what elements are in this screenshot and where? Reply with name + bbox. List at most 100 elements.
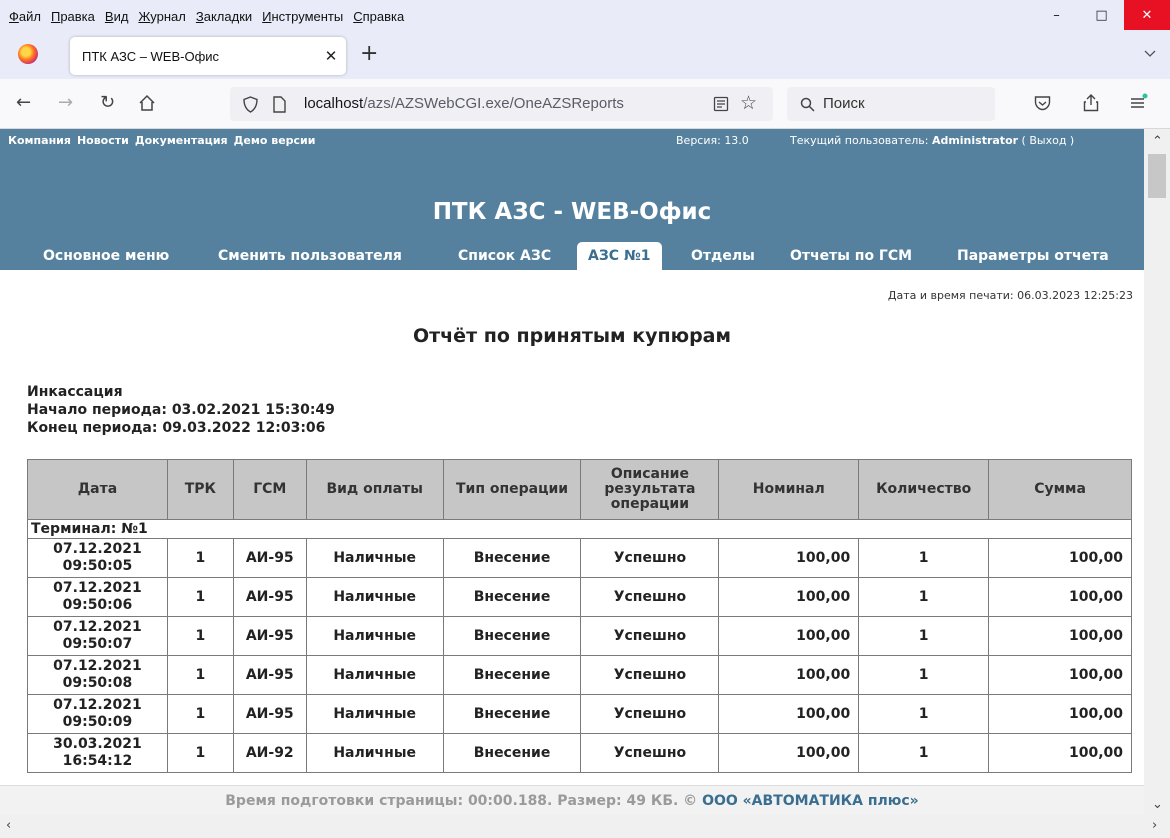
- cell-trk: 1: [166, 694, 234, 734]
- cell-nominal: 100,00: [718, 694, 860, 734]
- pocket-icon[interactable]: [1034, 95, 1051, 111]
- bookmark-star-icon[interactable]: ☆: [740, 92, 757, 114]
- link-news[interactable]: Новости: [77, 134, 129, 147]
- cell-payment: Наличные: [305, 616, 444, 656]
- meta-period-end: Конец периода: 09.03.2022 12:03:06: [27, 420, 326, 436]
- col-date: Дата: [27, 459, 168, 520]
- meta-period-start: Начало периода: 03.02.2021 15:30:49: [27, 402, 335, 418]
- link-demo[interactable]: Демо версии: [234, 134, 316, 147]
- page-icon[interactable]: [273, 96, 286, 113]
- menu-view[interactable]: Вид: [100, 9, 134, 24]
- navigation-toolbar: ← → ↻ localhost/azs/AZSWebCGI.exe/OneAZS…: [0, 79, 1170, 129]
- menu-history[interactable]: Журнал: [133, 9, 190, 24]
- footer-company-link[interactable]: ООО «АВТОМАТИКА плюс»: [702, 793, 919, 809]
- current-user: Текущий пользователь: Administrator ( Вы…: [790, 134, 1075, 147]
- cell-date-time: 09:50:05: [62, 558, 133, 574]
- cell-sum: 100,00: [988, 694, 1132, 734]
- menu-file[interactable]: Файл: [4, 9, 46, 24]
- firefox-logo-icon[interactable]: [18, 44, 38, 64]
- tab-azs-web-office[interactable]: ПТК АЗС – WEB-Офис ✕: [70, 37, 346, 75]
- cell-fuel: АИ-95: [232, 577, 307, 617]
- cell-result: Успешно: [580, 733, 720, 773]
- table-row: 07.12.2021 09:50:05 1 АИ-95 Наличные Внесение…: [27, 538, 1132, 578]
- cell-payment: Наличные: [305, 577, 444, 617]
- cell-operation: Внесение: [442, 577, 582, 617]
- report-meta: Инкассация Начало периода: 03.02.2021 15…: [27, 383, 335, 437]
- cell-fuel: АИ-95: [232, 655, 307, 695]
- nav-azs-list[interactable]: Список АЗС: [447, 242, 562, 270]
- share-icon[interactable]: [1083, 93, 1099, 112]
- forward-icon[interactable]: →: [58, 93, 73, 113]
- menu-edit[interactable]: Правка: [46, 9, 100, 24]
- nav-main-menu[interactable]: Основное меню: [32, 242, 180, 270]
- cell-result: Успешно: [580, 577, 720, 617]
- col-operation: Тип операции: [442, 459, 582, 520]
- menu-bookmarks[interactable]: Закладки: [191, 9, 257, 24]
- cell-payment: Наличные: [305, 733, 444, 773]
- search-bar[interactable]: Поиск: [787, 87, 995, 121]
- cell-date: 07.12.2021 09:50:08: [27, 655, 168, 695]
- menu-help[interactable]: Справка: [348, 9, 409, 24]
- cell-quantity: 1: [858, 538, 990, 578]
- cell-operation: Внесение: [442, 694, 582, 734]
- cell-date-time: 16:54:12: [62, 753, 133, 769]
- search-input[interactable]: Поиск: [823, 95, 865, 112]
- cell-sum: 100,00: [988, 538, 1132, 578]
- nav-change-user[interactable]: Сменить пользователя: [207, 242, 413, 270]
- scroll-up-icon[interactable]: ⌃: [1152, 134, 1163, 149]
- cell-operation: Внесение: [442, 733, 582, 773]
- nav-fuel-reports[interactable]: Отчеты по ГСМ: [779, 242, 923, 270]
- tab-close-icon[interactable]: ✕: [316, 47, 346, 65]
- nav-report-params[interactable]: Параметры отчета: [946, 242, 1120, 270]
- search-icon: [800, 97, 815, 112]
- cell-date-day: 07.12.2021: [53, 619, 142, 635]
- scroll-right-icon[interactable]: ›: [1152, 818, 1157, 833]
- url-bar[interactable]: localhost/azs/AZSWebCGI.exe/OneAZSReport…: [230, 87, 773, 121]
- nav-departments[interactable]: Отделы: [680, 242, 766, 270]
- menu-icon[interactable]: [1129, 93, 1149, 111]
- cell-nominal: 100,00: [718, 577, 860, 617]
- url-text[interactable]: localhost/azs/AZSWebCGI.exe/OneAZSReport…: [304, 95, 624, 112]
- cell-nominal: 100,00: [718, 733, 860, 773]
- link-documentation[interactable]: Документация: [135, 134, 228, 147]
- print-date: Дата и время печати: 06.03.2023 12:25:23: [887, 289, 1133, 302]
- reader-view-icon[interactable]: [713, 96, 729, 112]
- tabs-list-chevron-icon[interactable]: [1144, 47, 1156, 59]
- nav-azs-1[interactable]: АЗС №1: [577, 242, 662, 270]
- cell-operation: Внесение: [442, 538, 582, 578]
- site-banner: ПТК АЗС - WEB-Офис Основное меню Сменить…: [0, 152, 1144, 270]
- col-trk: ТРК: [166, 459, 234, 520]
- table-row: 07.12.2021 09:50:06 1 АИ-95 Наличные Внесение…: [27, 577, 1132, 617]
- logout-link[interactable]: ( Выход ): [1018, 134, 1075, 147]
- cell-payment: Наличные: [305, 694, 444, 734]
- cell-date-time: 09:50:06: [62, 597, 133, 613]
- minimize-button[interactable]: –: [1034, 0, 1079, 30]
- cell-trk: 1: [166, 616, 234, 656]
- scroll-down-icon[interactable]: ⌄: [1152, 797, 1163, 812]
- link-company[interactable]: Компания: [8, 134, 71, 147]
- cell-result: Успешно: [580, 655, 720, 695]
- report-table: Дата ТРК ГСМ Вид оплаты Тип операции Опи…: [27, 459, 1132, 773]
- new-tab-button[interactable]: +: [360, 41, 378, 66]
- cell-operation: Внесение: [442, 655, 582, 695]
- terminal-row: Терминал: №1: [27, 519, 1132, 539]
- site-nav: Основное меню Сменить пользователя Списо…: [0, 242, 1144, 270]
- back-icon[interactable]: ←: [16, 93, 31, 113]
- cell-result: Успешно: [580, 694, 720, 734]
- menu-tools[interactable]: Инструменты: [257, 9, 348, 24]
- cell-quantity: 1: [858, 694, 990, 734]
- maximize-button[interactable]: □: [1079, 0, 1124, 30]
- vertical-scrollbar[interactable]: ⌃ ⌄: [1144, 129, 1170, 815]
- home-icon[interactable]: [138, 94, 156, 112]
- reload-icon[interactable]: ↻: [100, 93, 115, 113]
- close-window-button[interactable]: ✕: [1124, 0, 1170, 30]
- menu-bar: Файл Правка Вид Журнал Закладки Инструме…: [0, 0, 1170, 33]
- cell-quantity: 1: [858, 733, 990, 773]
- vertical-scroll-thumb[interactable]: [1148, 154, 1166, 198]
- scroll-left-icon[interactable]: ‹: [6, 818, 11, 833]
- table-header-row: Дата ТРК ГСМ Вид оплаты Тип операции Опи…: [27, 459, 1132, 520]
- shield-icon[interactable]: [243, 96, 258, 113]
- cell-payment: Наличные: [305, 655, 444, 695]
- cell-nominal: 100,00: [718, 655, 860, 695]
- horizontal-scrollbar[interactable]: ‹ ›: [0, 815, 1170, 838]
